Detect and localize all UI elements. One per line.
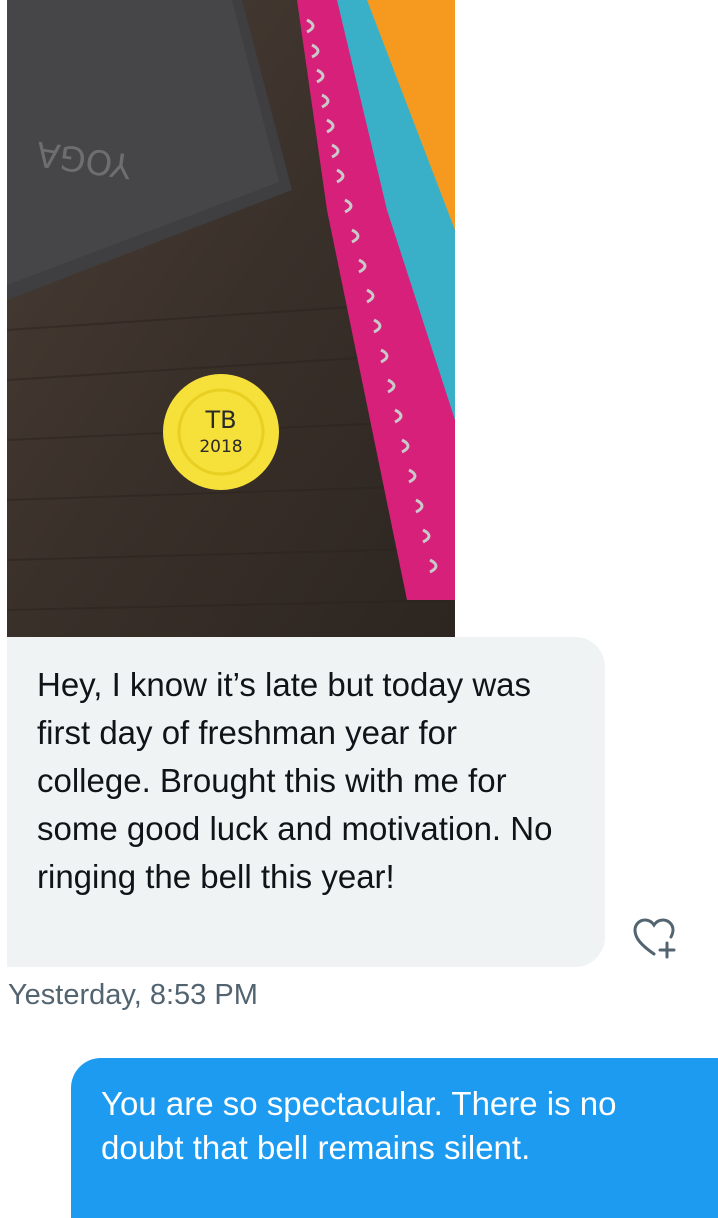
message-photo[interactable]: YOGA TB 2018 xyxy=(7,0,455,637)
photo-image: YOGA TB 2018 xyxy=(7,0,455,637)
react-button[interactable] xyxy=(626,912,682,964)
sent-message-text: You are so spectacular. There is no doub… xyxy=(101,1085,617,1166)
received-message-text: Hey, I know it’s late but today was firs… xyxy=(37,666,553,895)
message-timestamp: Yesterday, 8:53 PM xyxy=(8,979,258,1011)
chip-text-initials: TB xyxy=(204,406,236,434)
sent-message-bubble[interactable]: You are so spectacular. There is no doub… xyxy=(71,1058,718,1218)
received-message-bubble[interactable]: Hey, I know it’s late but today was firs… xyxy=(7,637,605,967)
chip-text-year: 2018 xyxy=(199,437,242,457)
heart-plus-icon xyxy=(633,918,676,959)
